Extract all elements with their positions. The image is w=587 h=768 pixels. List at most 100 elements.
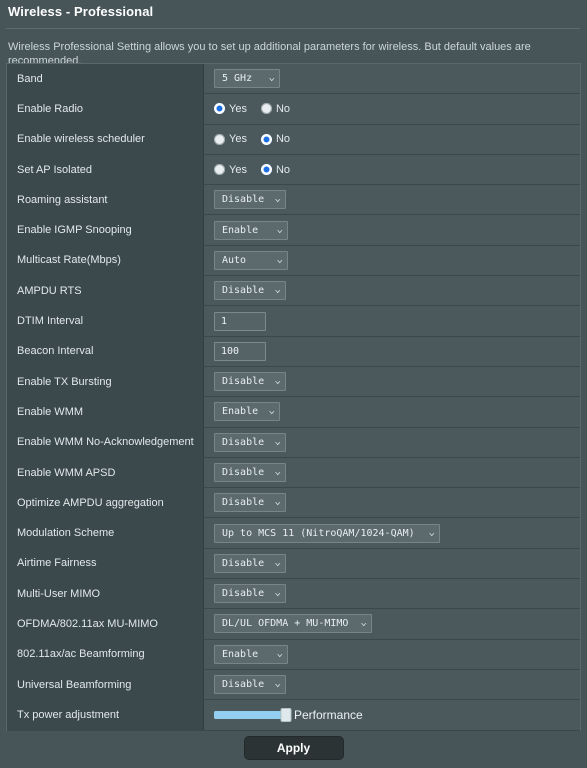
dropdown-select[interactable]: Disable ⌄ (214, 372, 286, 392)
dropdown-select[interactable]: Disable ⌄ (214, 190, 286, 210)
setting-label: Optimize AMPDU aggregation (7, 488, 204, 518)
settings-row: Enable wireless scheduler Yes No (7, 124, 580, 155)
setting-value: Enable ⌄ (204, 639, 580, 669)
settings-row: Multicast Rate(Mbps) Auto ⌄ (7, 245, 580, 277)
setting-value: Disable ⌄ (204, 185, 580, 215)
radio-option-no[interactable]: No (260, 103, 290, 115)
dropdown-select[interactable]: Enable ⌄ (214, 644, 288, 664)
chevron-down-icon: ⌄ (359, 618, 367, 629)
tx-power-slider[interactable] (214, 707, 292, 722)
setting-label: Enable wireless scheduler (7, 124, 204, 154)
setting-value: 5 GHz ⌄ (204, 64, 580, 94)
dropdown-select[interactable]: Auto ⌄ (214, 250, 288, 270)
dropdown-select[interactable]: Disable ⌄ (214, 463, 286, 482)
radio-button-icon (260, 103, 272, 115)
chevron-down-icon: ⌄ (275, 648, 283, 659)
settings-row: Tx power adjustment Performance (7, 700, 580, 731)
dropdown-select[interactable]: Disable ⌄ (214, 553, 286, 573)
dropdown-value: Auto (222, 254, 247, 266)
settings-row: Set AP Isolated Yes No (7, 154, 580, 186)
dropdown-value: Up to MCS 11 (NitroQAM/1024-QAM) (222, 527, 415, 539)
dropdown-select[interactable]: Disable ⌄ (214, 675, 286, 695)
radio-option-label: No (275, 133, 291, 146)
setting-label: Modulation Scheme (7, 518, 204, 548)
setting-label: Enable WMM APSD (7, 457, 204, 488)
wireless-professional-page: Wireless - Professional Wireless Profess… (0, 0, 587, 768)
dropdown-select[interactable]: Disable ⌄ (214, 432, 286, 452)
apply-button-container: Apply (0, 736, 587, 760)
setting-value: DL/UL OFDMA + MU-MIMO ⌄ (204, 609, 580, 639)
radio-group: Yes No (214, 133, 290, 145)
settings-row: Optimize AMPDU aggregation Disable ⌄ (7, 488, 580, 519)
chevron-down-icon: ⌄ (267, 73, 275, 84)
settings-row: Universal Beamforming Disable ⌄ (7, 669, 580, 701)
dropdown-value: Disable (222, 194, 265, 206)
dropdown-select[interactable]: 5 GHz ⌄ (214, 69, 280, 89)
slider-handle[interactable] (280, 707, 292, 722)
dropdown-select[interactable]: Enable ⌄ (214, 220, 288, 240)
radio-group: Yes No (214, 164, 290, 176)
dropdown-select[interactable]: Enable ⌄ (214, 402, 280, 422)
chevron-down-icon: ⌄ (273, 679, 281, 690)
settings-row: DTIM Interval 1 (7, 306, 580, 337)
radio-option-yes[interactable]: Yes (214, 133, 247, 145)
setting-label: Enable IGMP Snooping (7, 215, 204, 245)
dropdown-select[interactable]: Up to MCS 11 (NitroQAM/1024-QAM) ⌄ (214, 523, 440, 543)
chevron-down-icon: ⌄ (273, 557, 281, 568)
radio-option-yes[interactable]: Yes (214, 164, 247, 176)
setting-value: Disable ⌄ (204, 276, 580, 306)
dropdown-value: DL/UL OFDMA + MU-MIMO (222, 618, 349, 630)
apply-button[interactable]: Apply (243, 736, 344, 760)
setting-label: Tx power adjustment (7, 700, 204, 730)
setting-label: Enable WMM No-Acknowledgement (7, 427, 204, 457)
setting-value: 1 (204, 306, 580, 336)
dropdown-select[interactable]: Disable ⌄ (214, 493, 286, 513)
chevron-down-icon: ⌄ (273, 497, 281, 508)
setting-label: Airtime Fairness (7, 548, 204, 579)
dropdown-select[interactable]: DL/UL OFDMA + MU-MIMO ⌄ (214, 614, 372, 634)
settings-row: OFDMA/802.11ax MU-MIMO DL/UL OFDMA + MU-M… (7, 609, 580, 640)
settings-row: 802.11ax/ac Beamforming Enable ⌄ (7, 639, 580, 670)
chevron-down-icon: ⌄ (273, 436, 281, 447)
radio-group: Yes No (214, 103, 290, 115)
setting-value: 100 (204, 336, 580, 366)
setting-label: AMPDU RTS (7, 276, 204, 306)
settings-row: Enable WMM No-Acknowledgement Disable ⌄ (7, 427, 580, 458)
settings-row: Enable IGMP Snooping Enable ⌄ (7, 215, 580, 246)
settings-row: Roaming assistant Disable ⌄ (7, 185, 580, 216)
dropdown-value: Disable (222, 679, 265, 691)
radio-option-no[interactable]: No (260, 133, 291, 146)
slider-value-label: Performance (294, 707, 363, 722)
radio-button-icon (260, 133, 272, 145)
text-input[interactable]: 100 (214, 341, 266, 361)
chevron-down-icon: ⌄ (273, 285, 281, 296)
dropdown-value: Disable (222, 467, 265, 478)
radio-option-no[interactable]: No (260, 163, 291, 176)
setting-value: Yes No (204, 154, 580, 185)
chevron-down-icon: ⌄ (427, 527, 435, 538)
radio-option-label: Yes (229, 102, 247, 115)
setting-value: Disable ⌄ (204, 669, 580, 700)
dropdown-select[interactable]: Disable ⌄ (214, 584, 286, 604)
radio-button-icon (214, 103, 225, 115)
radio-option-label: No (275, 163, 291, 176)
setting-value: Up to MCS 11 (NitroQAM/1024-QAM) ⌄ (204, 518, 580, 548)
setting-label: Enable TX Bursting (7, 366, 204, 397)
radio-option-label: Yes (229, 163, 247, 176)
setting-label: OFDMA/802.11ax MU-MIMO (7, 609, 204, 639)
setting-value: Enable ⌄ (204, 397, 580, 427)
setting-label: Beacon Interval (7, 336, 204, 366)
dropdown-select[interactable]: Disable ⌄ (214, 281, 286, 301)
setting-value: Enable ⌄ (204, 215, 580, 245)
setting-label: Multicast Rate(Mbps) (7, 245, 204, 276)
chevron-down-icon: ⌄ (275, 224, 283, 235)
setting-label: Band (7, 64, 204, 94)
text-input[interactable]: 1 (214, 311, 266, 331)
settings-row: Beacon Interval 100 (7, 336, 580, 367)
setting-value: Disable ⌄ (204, 366, 580, 397)
radio-option-yes[interactable]: Yes (214, 103, 247, 115)
dropdown-value: Disable (222, 557, 265, 569)
setting-value: Performance (204, 700, 580, 730)
settings-table: Band 5 GHz ⌄ Enable Radio Yes No Enable wirele… (6, 63, 581, 731)
chevron-down-icon: ⌄ (273, 588, 281, 599)
